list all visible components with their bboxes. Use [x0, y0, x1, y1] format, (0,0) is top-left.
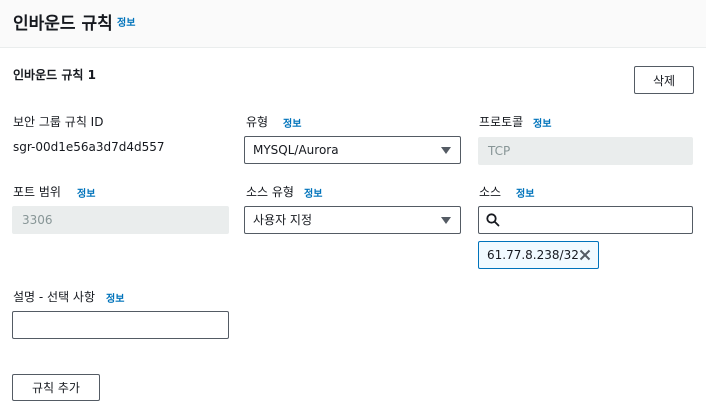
source-info-link[interactable]: 정보	[516, 185, 534, 200]
protocol-value: TCP	[488, 144, 511, 158]
page-header: 인바운드 규칙 정보	[0, 0, 706, 48]
source-type-selected-value: 사용자 지정	[253, 213, 313, 227]
description-input[interactable]	[12, 311, 229, 339]
close-icon[interactable]	[579, 249, 591, 261]
description-label: 설명 - 선택 사항	[13, 290, 96, 304]
delete-button[interactable]: 삭제	[634, 66, 694, 94]
protocol-info-link[interactable]: 정보	[533, 115, 551, 130]
type-info-link[interactable]: 정보	[283, 115, 301, 130]
type-label: 유형	[246, 115, 269, 129]
port-range-field: 3306	[12, 206, 229, 234]
type-selected-value: MYSQL/Aurora	[253, 143, 339, 157]
type-select[interactable]: MYSQL/Aurora	[244, 136, 461, 164]
page-title: 인바운드 규칙	[13, 14, 113, 34]
search-icon	[486, 213, 500, 227]
chevron-down-icon	[441, 147, 451, 154]
rule-section-title: 인바운드 규칙 1	[13, 68, 96, 82]
source-search-input[interactable]	[478, 206, 693, 234]
source-token: 61.77.8.238/32	[478, 241, 599, 269]
source-type-info-link[interactable]: 정보	[304, 185, 322, 200]
source-token-label: 61.77.8.238/32	[487, 248, 579, 262]
sg-rule-id-label: 보안 그룹 규칙 ID	[13, 115, 104, 129]
description-info-link[interactable]: 정보	[106, 290, 124, 305]
port-range-value: 3306	[22, 213, 53, 227]
source-label: 소스	[479, 185, 502, 199]
port-range-info-link[interactable]: 정보	[77, 185, 95, 200]
source-type-label: 소스 유형	[246, 185, 294, 199]
protocol-label: 프로토콜	[479, 115, 524, 129]
port-range-label: 포트 범위	[13, 185, 61, 199]
add-rule-button[interactable]: 규칙 추가	[12, 374, 100, 401]
source-type-select[interactable]: 사용자 지정	[244, 206, 461, 234]
protocol-field: TCP	[478, 137, 693, 165]
chevron-down-icon	[441, 217, 451, 224]
header-info-link[interactable]: 정보	[117, 14, 135, 29]
sg-rule-id-value: sgr-00d1e56a3d7d4d557	[13, 140, 165, 154]
